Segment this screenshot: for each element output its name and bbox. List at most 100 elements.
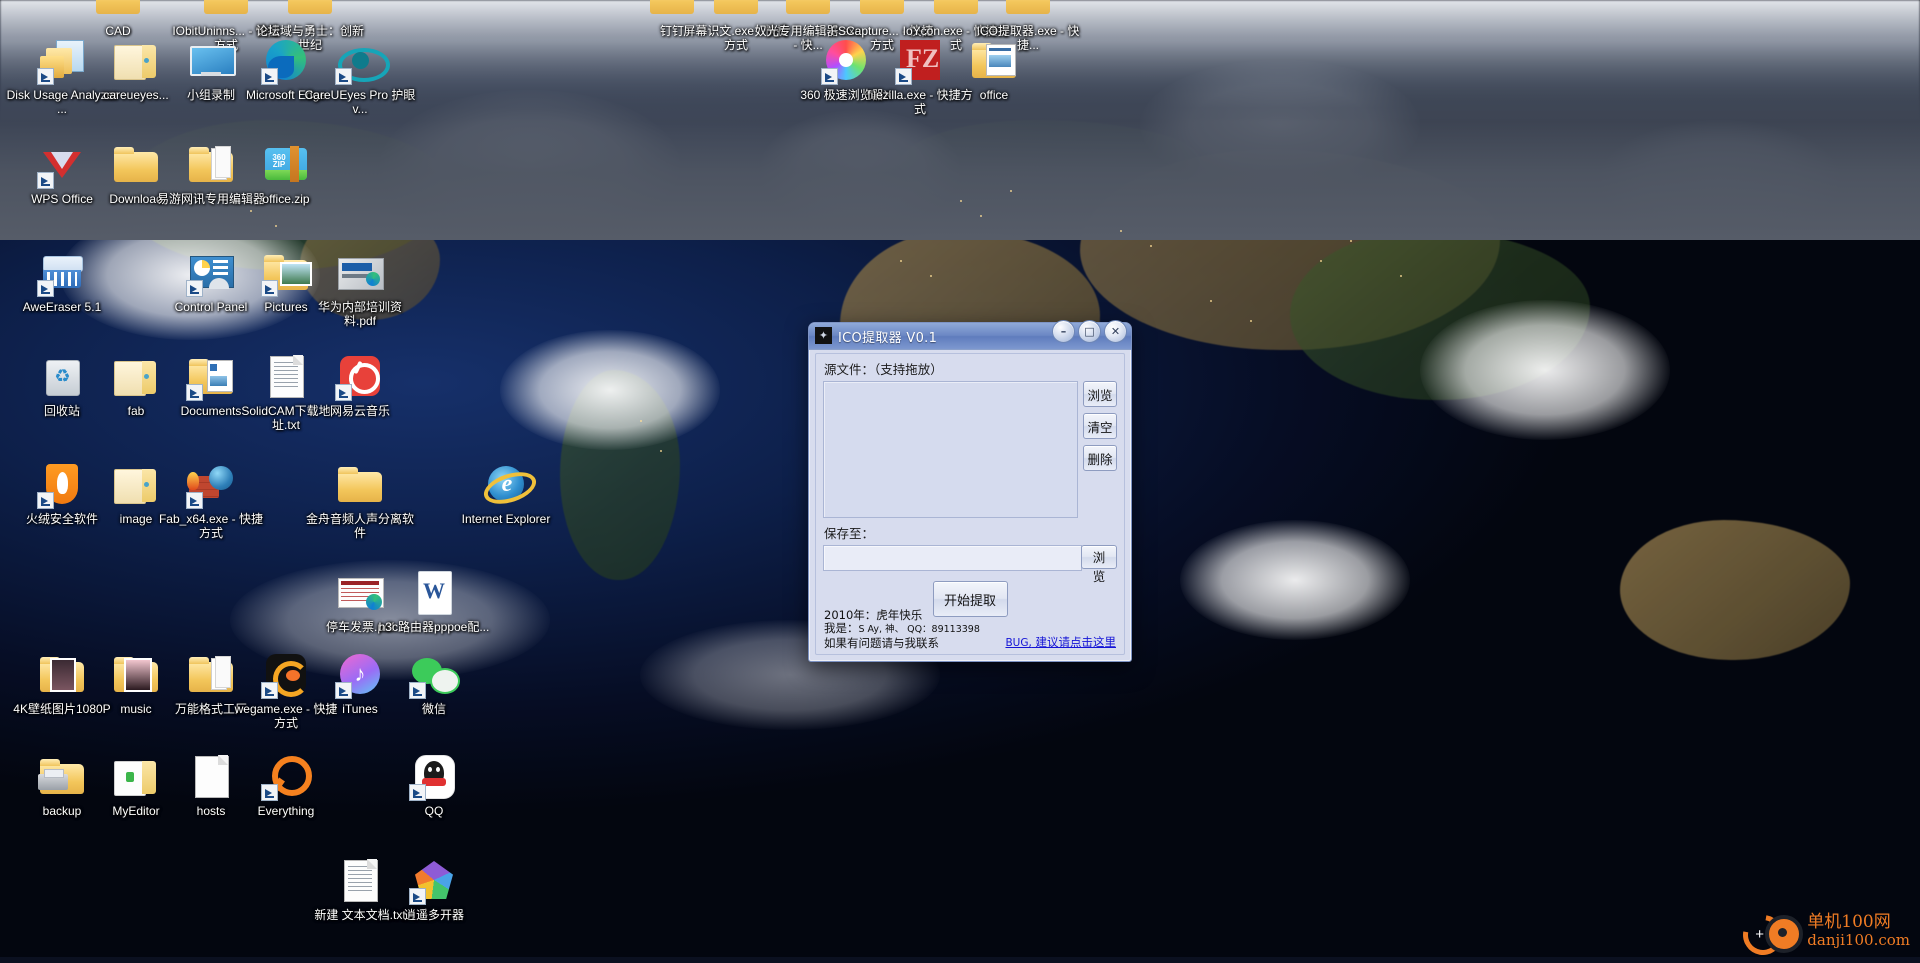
shortcut-arrow-icon xyxy=(261,68,278,85)
shortcut-arrow-icon xyxy=(409,682,426,699)
ico-extractor-window[interactable]: ✦ ICO提取器 V0.1 – □ ✕ 源文件：（支持拖放） 浏览 清空 删除 … xyxy=(808,320,1132,662)
close-icon: ✕ xyxy=(1110,325,1121,338)
desktop-icon[interactable]: 360 ZIP office.zip xyxy=(230,140,342,206)
hw-edge-icon xyxy=(366,272,380,286)
maximize-icon: □ xyxy=(1084,325,1095,338)
city-light xyxy=(250,210,252,212)
city-light xyxy=(980,215,982,217)
globe-icon xyxy=(209,466,233,490)
shortcut-arrow-icon xyxy=(37,172,54,189)
city-light xyxy=(900,260,902,262)
city-light xyxy=(1010,190,1012,192)
folder-knob-icon xyxy=(144,58,149,63)
desktop-icon-label: Everything xyxy=(257,804,315,818)
folder-body-icon xyxy=(860,0,904,14)
hw-line-icon xyxy=(342,274,368,278)
close-button[interactable]: ✕ xyxy=(1104,320,1127,343)
desktop-icon[interactable]: CAD xyxy=(62,0,174,38)
footer-line-2-pre: 我是： xyxy=(824,621,859,635)
desktop-icon[interactable]: e Internet Explorer xyxy=(450,460,562,526)
desktop-icon[interactable]: 网易云音乐 xyxy=(304,352,416,418)
maximize-button[interactable]: □ xyxy=(1078,320,1101,343)
shortcut-arrow-icon xyxy=(261,280,278,297)
folder-body-icon xyxy=(288,0,332,14)
desktop-icon-label: 网易云音乐 xyxy=(329,404,390,418)
office-img-icon xyxy=(989,55,1011,67)
printer-paper-icon xyxy=(44,769,64,778)
desktop-icon[interactable]: 华为内部培训资料.pdf xyxy=(304,248,416,328)
desktop-icon[interactable]: Fab_x64.exe - 快捷方式 xyxy=(155,460,267,540)
footer-line-2-detail: S Ay, 神、 QQ：89113398 xyxy=(858,624,980,635)
folder-flap-icon xyxy=(142,761,156,794)
source-actions: 浏览 清空 删除 xyxy=(1083,381,1117,518)
doc-img-icon xyxy=(210,376,227,386)
city-light xyxy=(1350,240,1352,242)
desktop-icon[interactable]: CareUEyes Pro 护眼 v... xyxy=(304,36,416,116)
delete-button[interactable]: 删除 xyxy=(1083,445,1117,471)
desktop-icon[interactable]: 微信 xyxy=(378,650,490,716)
folder-tab-icon xyxy=(189,147,209,154)
save-path-input[interactable] xyxy=(823,545,1082,571)
desktop-icon[interactable]: 逍遥多开器 xyxy=(378,856,490,922)
source-file-label: 源文件：（支持拖放） xyxy=(824,362,943,377)
cp-l1-icon xyxy=(213,260,228,263)
shortcut-arrow-icon xyxy=(186,384,203,401)
eye-pupil-icon xyxy=(352,52,369,69)
page-fold-icon xyxy=(293,355,303,365)
monitor-stand-icon xyxy=(201,72,221,76)
shortcut-arrow-icon xyxy=(335,384,352,401)
bug-link-text: 建议请点击这里 xyxy=(1035,635,1117,649)
ie-e-icon: e xyxy=(501,471,513,497)
city-light xyxy=(275,225,277,227)
shortcut-arrow-icon xyxy=(895,68,912,85)
window-title: ICO提取器 V0.1 xyxy=(838,331,938,346)
shortcut-arrow-icon xyxy=(821,68,838,85)
desktop-icon[interactable]: AweEraser 5.1 xyxy=(6,248,118,314)
desktop-icon-label: Fab_x64.exe - 快捷方式 xyxy=(158,512,264,540)
window-titlebar[interactable]: ✦ ICO提取器 V0.1 – □ ✕ xyxy=(809,320,1131,350)
page-fold-icon xyxy=(367,859,377,869)
desktop-icon[interactable]: Everything xyxy=(230,752,342,818)
city-light xyxy=(960,200,962,202)
save-row: 浏览 xyxy=(816,545,1124,584)
folder-body-icon xyxy=(204,0,248,14)
clear-button[interactable]: 清空 xyxy=(1083,413,1117,439)
folder-body-icon xyxy=(1006,0,1050,14)
folder-knob-icon xyxy=(144,374,149,379)
minimize-button[interactable]: – xyxy=(1052,320,1075,343)
wegame-dot-icon xyxy=(286,670,300,681)
folder-tab-icon xyxy=(114,147,134,154)
folder-body-icon xyxy=(786,0,830,14)
footer: 2010年：虎年快乐 我是：S Ay, 神、 QQ：89113398 如果有问题… xyxy=(824,607,1116,651)
desktop-icon[interactable]: 金舟音频人声分离软件 xyxy=(304,460,416,540)
desktop-icon-label: CareUEyes Pro 护眼 v... xyxy=(304,88,416,116)
window-body: 源文件：（支持拖放） 浏览 清空 删除 保存至： 浏览 开始提取 2010年：虎… xyxy=(815,353,1125,655)
browse-save-button[interactable]: 浏览 xyxy=(1081,545,1117,584)
office-line-icon xyxy=(989,48,1011,51)
footer-line-1: 2010年：虎年快乐 xyxy=(824,607,923,622)
desktop-icon-label: QQ xyxy=(424,804,444,818)
shortcut-arrow-icon xyxy=(261,682,278,699)
window-controls: – □ ✕ xyxy=(1052,320,1127,343)
desktop-icon[interactable]: Wh3c路由器pppoe配... xyxy=(378,568,490,634)
browse-button[interactable]: 浏览 xyxy=(1083,381,1117,407)
watermark-text: 单机100网 danji100.com xyxy=(1807,913,1910,949)
txt-lines-icon xyxy=(274,362,298,390)
source-row: 浏览 清空 删除 xyxy=(816,381,1124,518)
desktop-icon[interactable]: QQ xyxy=(378,752,490,818)
bug-report-link[interactable]: BUG, 建议请点击这里 xyxy=(1005,634,1116,650)
wechat-small-icon xyxy=(430,668,460,694)
desktop-icon-label: h3c路由器pppoe配... xyxy=(378,620,490,634)
folder-body-icon xyxy=(338,472,382,502)
shortcut-arrow-icon xyxy=(335,682,352,699)
desktop-icon[interactable]: office xyxy=(938,36,1050,102)
source-file-list[interactable] xyxy=(823,381,1078,518)
recycle-arrows-icon: ♻ xyxy=(54,366,71,386)
music-thumb-icon xyxy=(124,658,152,692)
desktop-icon-label: 微信 xyxy=(421,702,446,716)
folder-body-icon xyxy=(114,152,158,182)
shortcut-arrow-icon xyxy=(409,784,426,801)
minimize-icon: – xyxy=(1060,325,1067,338)
qq-eye-l-icon xyxy=(428,767,432,772)
watermark-logo-icon: + xyxy=(1735,907,1804,963)
